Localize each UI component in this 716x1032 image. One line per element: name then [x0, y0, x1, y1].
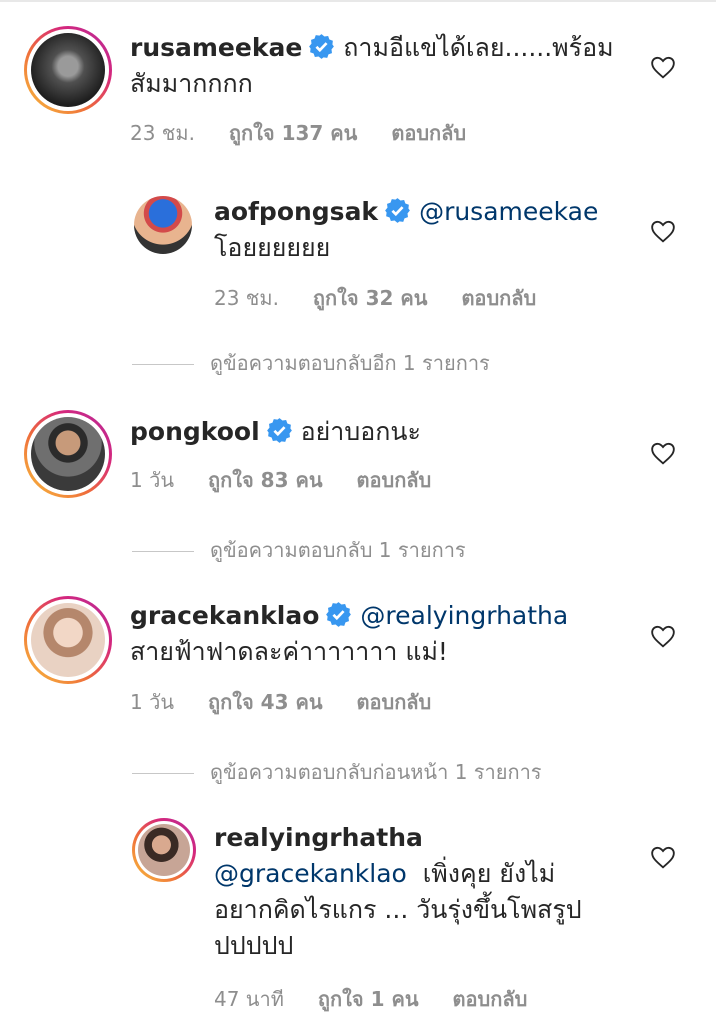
avatar[interactable]: [24, 26, 112, 114]
comment-text: เพิ่งคุย ยังไม่: [422, 859, 556, 888]
comment-time: 1 วัน: [130, 468, 174, 492]
verified-badge-icon: [309, 34, 335, 59]
top-divider: [0, 0, 716, 2]
reply-button[interactable]: ตอบกลับ: [453, 987, 528, 1011]
likes-count[interactable]: ถูกใจ 137 คน: [229, 121, 357, 145]
comment-text-2: สัมมากกกก: [130, 69, 253, 98]
username[interactable]: pongkool: [130, 417, 260, 446]
mention-link[interactable]: @rusameekae: [419, 197, 598, 226]
view-more-replies[interactable]: ดูข้อความตอบกลับอีก 1 รายการ: [132, 347, 490, 379]
comment-time: 47 นาที: [214, 987, 284, 1011]
avatar[interactable]: [24, 596, 112, 684]
mention-link[interactable]: @gracekanklao: [214, 859, 407, 888]
heart-outline-icon[interactable]: [650, 219, 676, 243]
heart-outline-icon[interactable]: [650, 624, 676, 648]
username[interactable]: gracekanklao: [130, 601, 319, 630]
reply-button[interactable]: ตอบกลับ: [357, 468, 432, 492]
divider-line: [132, 551, 194, 552]
view-replies-label[interactable]: ดูข้อความตอบกลับก่อนหน้า 1 รายการ: [210, 760, 542, 784]
verified-badge-icon: [266, 418, 292, 443]
verified-badge-icon: [326, 602, 352, 627]
mention-link[interactable]: @realyingrhatha: [360, 601, 568, 630]
reply-button[interactable]: ตอบกลับ: [461, 286, 536, 310]
username[interactable]: aofpongsak: [214, 197, 378, 226]
avatar[interactable]: [24, 410, 112, 498]
likes-count[interactable]: ถูกใจ 83 คน: [208, 468, 323, 492]
comment-text: อย่าบอกนะ: [300, 417, 421, 446]
likes-count[interactable]: ถูกใจ 1 คน: [318, 987, 419, 1011]
comment-time: 23 ชม.: [130, 121, 195, 145]
comment-text: ถามอีแขได้เลย......พร้อม: [343, 33, 614, 62]
likes-count[interactable]: ถูกใจ 43 คน: [208, 690, 323, 714]
likes-count[interactable]: ถูกใจ 32 คน: [313, 286, 428, 310]
divider-line: [132, 364, 194, 365]
view-previous-replies[interactable]: ดูข้อความตอบกลับก่อนหน้า 1 รายการ: [132, 756, 542, 788]
reply-button[interactable]: ตอบกลับ: [391, 121, 466, 145]
comment-text-3: ปปปปป: [214, 931, 294, 960]
comment-text: โอยยยยยย: [214, 233, 331, 262]
comment-text: สายฟ้าฟาดละค่าาาาาาา แม่!: [130, 637, 448, 666]
avatar[interactable]: [134, 196, 192, 254]
username[interactable]: realyingrhatha: [214, 823, 423, 852]
comment-time: 23 ชม.: [214, 286, 279, 310]
heart-outline-icon[interactable]: [650, 845, 676, 869]
view-more-replies[interactable]: ดูข้อความตอบกลับ 1 รายการ: [132, 534, 466, 566]
reply-button[interactable]: ตอบกลับ: [357, 690, 432, 714]
divider-line: [132, 773, 194, 774]
heart-outline-icon[interactable]: [650, 55, 676, 79]
view-replies-label[interactable]: ดูข้อความตอบกลับ 1 รายการ: [210, 538, 466, 562]
view-replies-label[interactable]: ดูข้อความตอบกลับอีก 1 รายการ: [210, 351, 490, 375]
username[interactable]: rusameekae: [130, 33, 302, 62]
comment-text-2: อยากคิดไรแกร ... วันรุ่งขึ้นโพสรูป: [214, 895, 582, 924]
comment-time: 1 วัน: [130, 690, 174, 714]
heart-outline-icon[interactable]: [650, 441, 676, 465]
verified-badge-icon: [385, 198, 410, 223]
avatar[interactable]: [132, 818, 196, 882]
